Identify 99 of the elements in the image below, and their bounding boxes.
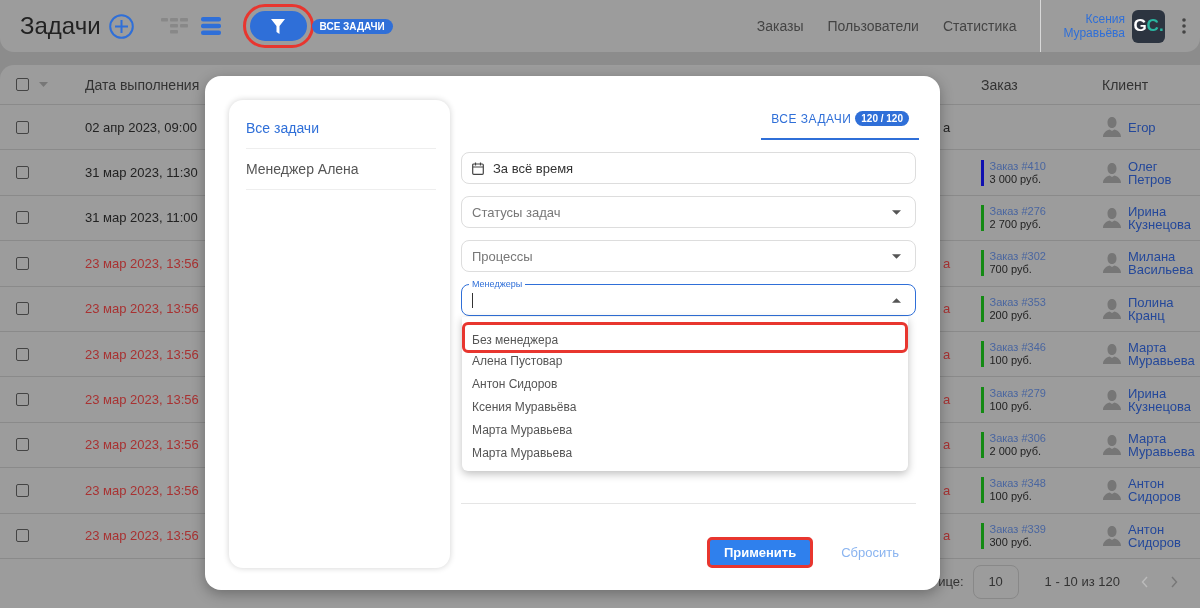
table-cell: а: [943, 301, 951, 317]
order-link[interactable]: Заказ #306: [989, 431, 1046, 445]
nav-link[interactable]: Заказы: [756, 18, 804, 34]
filter-icon: [271, 18, 286, 34]
caret-icon: [892, 209, 901, 215]
order-link[interactable]: Заказ #346: [989, 341, 1046, 355]
order-amount: 300 руб.: [989, 535, 1033, 549]
person-icon: [1102, 252, 1122, 275]
person-icon: [1102, 116, 1122, 139]
checkbox[interactable]: [16, 438, 29, 452]
table-cell: а: [943, 482, 951, 498]
client-link[interactable]: Антон Сидоров: [1128, 477, 1181, 504]
checkbox[interactable]: [16, 120, 29, 134]
date-cell: 23 мар 2023, 13:56: [85, 255, 199, 271]
date-cell: 31 мар 2023, 11:30: [85, 165, 198, 181]
order-link[interactable]: Заказ #302: [989, 250, 1046, 264]
table-cell: а: [943, 346, 951, 362]
dropdown-option[interactable]: Марта Муравьева: [462, 418, 908, 441]
checkbox[interactable]: [16, 529, 29, 543]
column-header[interactable]: Клиент: [1102, 76, 1149, 93]
table-cell: а: [943, 119, 951, 135]
table-cell: а: [943, 392, 951, 408]
date-field[interactable]: За всё время: [461, 152, 916, 184]
caret-icon: [892, 297, 901, 303]
order-amount: 100 руб.: [989, 354, 1033, 368]
order-amount: 2 700 руб.: [989, 217, 1043, 231]
count-badge: 120 / 120: [855, 111, 909, 126]
client-link[interactable]: Марта Муравьева: [1128, 431, 1195, 458]
caret-icon: [892, 253, 901, 259]
dropdown-option[interactable]: Антон Сидоров: [462, 372, 908, 395]
order-link[interactable]: Заказ #276: [989, 204, 1046, 218]
table-cell: а: [943, 437, 951, 453]
client-link[interactable]: Ирина Кузнецова: [1128, 204, 1191, 231]
checkbox[interactable]: [16, 166, 29, 180]
table-cell: а: [943, 255, 951, 271]
calendar-icon: [472, 161, 484, 175]
reset-button[interactable]: Сбросить: [841, 545, 899, 560]
order-link[interactable]: Заказ #348: [989, 477, 1046, 491]
client-link[interactable]: Ирина Кузнецова: [1128, 386, 1191, 413]
person-icon: [1102, 433, 1122, 456]
client-link[interactable]: Марта Муравьева: [1128, 341, 1195, 368]
order-amount: 100 руб.: [989, 490, 1033, 504]
date-cell: 23 мар 2023, 13:56: [85, 482, 199, 498]
order-link[interactable]: Заказ #353: [989, 295, 1046, 309]
order-link[interactable]: Заказ #410: [989, 159, 1046, 173]
order-link[interactable]: Заказ #279: [989, 386, 1046, 400]
column-header[interactable]: Заказ: [981, 76, 1018, 93]
client-link[interactable]: Милана Васильева: [1128, 250, 1194, 277]
checkbox[interactable]: [16, 302, 29, 316]
page-title: Задачи: [20, 12, 101, 40]
checkbox[interactable]: [16, 211, 29, 225]
preset-item[interactable]: Все задачи: [246, 108, 436, 149]
checkbox[interactable]: [16, 347, 29, 361]
order-amount: 200 руб.: [989, 308, 1033, 322]
page-range: 1 - 10 из 120: [1044, 574, 1120, 590]
client-link[interactable]: Егор: [1128, 120, 1156, 134]
checkbox[interactable]: [16, 78, 29, 91]
date-cell: 02 апр 2023, 09:00: [85, 119, 197, 135]
person-icon: [1102, 297, 1122, 320]
order-amount: 3 000 руб.: [989, 172, 1043, 186]
more-icon[interactable]: [1182, 18, 1186, 34]
dropdown-option[interactable]: Марта Муравьева: [462, 441, 908, 464]
person-icon: [1102, 161, 1122, 184]
order-amount: 700 руб.: [989, 263, 1033, 277]
preset-item[interactable]: Менеджер Алена: [246, 149, 436, 190]
date-cell: 23 мар 2023, 13:56: [85, 437, 199, 453]
order-amount: 2 000 руб.: [989, 444, 1043, 458]
nav-link[interactable]: Статистика: [942, 18, 1017, 34]
field-label: Менеджеры: [469, 279, 526, 289]
date-cell: 31 мар 2023, 11:00: [85, 210, 198, 226]
date-cell: 23 мар 2023, 13:56: [85, 346, 199, 362]
date-cell: 23 мар 2023, 13:56: [85, 392, 199, 408]
nav-link[interactable]: Пользователи: [827, 18, 919, 34]
select-field[interactable]: Процессы: [461, 240, 916, 272]
avatar-logo[interactable]: GC.: [1132, 9, 1165, 43]
table-cell: а: [943, 528, 951, 544]
filter-badge: ВСЕ ЗАДАЧИ: [311, 18, 393, 34]
date-cell: 23 мар 2023, 13:56: [85, 528, 199, 544]
select-field[interactable]: Статусы задач: [461, 196, 916, 228]
column-header[interactable]: Дата выполнения: [85, 76, 200, 93]
date-cell: 23 мар 2023, 13:56: [85, 301, 199, 317]
checkbox[interactable]: [16, 256, 29, 270]
order-link[interactable]: Заказ #339: [989, 522, 1046, 536]
client-link[interactable]: Олег Петров: [1128, 159, 1172, 186]
person-icon: [1102, 479, 1122, 502]
client-link[interactable]: Полина Кранц: [1128, 295, 1174, 322]
tab[interactable]: ВСЕ ЗАДАЧИ 120 / 120: [761, 100, 919, 140]
per-page-field[interactable]: 10: [972, 564, 1019, 599]
checkbox[interactable]: [16, 483, 29, 497]
person-icon: [1102, 524, 1122, 547]
dropdown-option[interactable]: Ксения Муравьёва: [462, 395, 908, 418]
person-icon: [1102, 206, 1122, 229]
person-icon: [1102, 343, 1122, 366]
apply-button[interactable]: Применить: [706, 537, 814, 568]
person-icon: [1102, 388, 1122, 411]
checkbox[interactable]: [16, 393, 29, 407]
order-amount: 100 руб.: [989, 399, 1033, 413]
client-link[interactable]: Антон Сидоров: [1128, 522, 1181, 549]
per-page-label: ице:: [938, 574, 964, 590]
